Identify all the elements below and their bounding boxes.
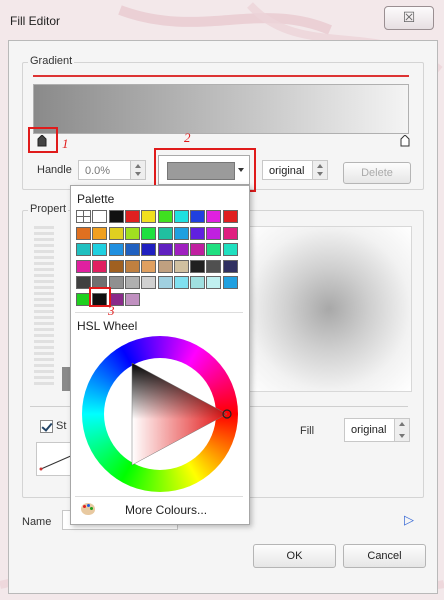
fill-mode-value: original bbox=[351, 424, 387, 436]
properties-gray-block bbox=[62, 367, 70, 391]
blend-mode-spin-arrows-icon[interactable] bbox=[312, 161, 327, 179]
radial-gradient-preview bbox=[246, 226, 412, 392]
more-colours-item[interactable]: More Colours... bbox=[75, 500, 245, 520]
palette-swatch[interactable] bbox=[190, 259, 206, 273]
saturation-value-triangle[interactable] bbox=[82, 336, 238, 492]
color-picker-popup: Palette HSL Wheel More Colours... bbox=[70, 185, 250, 525]
palette-swatch[interactable] bbox=[141, 243, 157, 256]
palette-swatch[interactable] bbox=[124, 226, 140, 240]
palette-swatch[interactable] bbox=[173, 210, 189, 223]
fill-mode-spin-arrows-icon[interactable] bbox=[394, 419, 409, 441]
palette-swatch[interactable] bbox=[222, 226, 238, 240]
palette-swatch[interactable] bbox=[92, 226, 108, 240]
cancel-label: Cancel bbox=[367, 550, 402, 562]
palette-swatch[interactable] bbox=[141, 210, 157, 223]
fill-mode-spinbox[interactable]: original bbox=[344, 418, 410, 442]
no-color-swatch-icon[interactable] bbox=[76, 210, 91, 223]
palette-swatch[interactable] bbox=[222, 210, 238, 223]
paint-palette-icon bbox=[81, 503, 95, 515]
cancel-button[interactable]: Cancel bbox=[343, 544, 426, 568]
delete-handle-label: Delete bbox=[361, 167, 393, 179]
ok-button[interactable]: OK bbox=[253, 544, 336, 568]
palette-swatch[interactable] bbox=[108, 243, 124, 256]
name-label: Name bbox=[22, 516, 52, 528]
palette-swatch[interactable] bbox=[173, 243, 189, 256]
annotation-number-3: 3 bbox=[108, 303, 115, 318]
dropdown-arrow-icon bbox=[238, 168, 244, 172]
palette-swatch[interactable] bbox=[222, 276, 238, 289]
handle-position-value: 0.0% bbox=[85, 165, 111, 177]
palette-swatch[interactable] bbox=[173, 259, 189, 273]
palette-swatch[interactable] bbox=[141, 259, 157, 273]
handle-color-swatch bbox=[167, 162, 235, 180]
gradient-preview-line bbox=[33, 75, 409, 77]
palette-swatch[interactable] bbox=[157, 226, 173, 240]
palette-swatch[interactable] bbox=[190, 276, 206, 289]
hsl-wheel[interactable] bbox=[82, 336, 238, 492]
palette-swatch[interactable] bbox=[124, 276, 140, 289]
palette-swatch[interactable] bbox=[157, 276, 173, 289]
palette-swatch[interactable] bbox=[190, 226, 206, 240]
palette-swatch[interactable] bbox=[222, 259, 238, 273]
more-colours-label: More Colours... bbox=[125, 503, 208, 517]
stroke-label: St bbox=[56, 420, 67, 432]
palette-swatch[interactable] bbox=[190, 210, 206, 223]
ok-label: OK bbox=[286, 550, 303, 562]
palette-swatch[interactable] bbox=[124, 210, 140, 223]
palette-swatch[interactable] bbox=[173, 226, 189, 240]
fill-editor-window: Fill Editor ☒ Gradient 1 2 Handle 0.0% o… bbox=[0, 0, 444, 600]
palette-swatch[interactable] bbox=[157, 259, 173, 273]
handle-label: Handle bbox=[37, 164, 72, 176]
palette-label: Palette bbox=[77, 192, 115, 206]
title-bar: Fill Editor ☒ bbox=[0, 0, 444, 40]
hsl-wheel-label: HSL Wheel bbox=[77, 319, 138, 333]
palette-swatch[interactable] bbox=[76, 259, 91, 273]
palette-swatch[interactable] bbox=[92, 259, 108, 273]
annotation-box-1 bbox=[28, 127, 58, 153]
blend-mode-spinbox[interactable]: original bbox=[262, 160, 328, 180]
palette-swatch[interactable] bbox=[108, 259, 124, 273]
palette-swatch[interactable] bbox=[190, 243, 206, 256]
palette-swatch[interactable] bbox=[157, 243, 173, 256]
delete-handle-button[interactable]: Delete bbox=[343, 162, 411, 184]
play-icon[interactable]: ▷ bbox=[404, 512, 414, 528]
annotation-number-1: 1 bbox=[62, 136, 69, 151]
palette-swatch[interactable] bbox=[76, 226, 91, 240]
palette-swatch[interactable] bbox=[206, 276, 222, 289]
palette-swatch[interactable] bbox=[222, 243, 238, 256]
palette-swatch[interactable] bbox=[141, 226, 157, 240]
stroke-checkbox[interactable] bbox=[40, 420, 53, 433]
palette-swatch[interactable] bbox=[92, 210, 108, 223]
gradient-bar[interactable] bbox=[33, 84, 409, 134]
palette-swatch[interactable] bbox=[124, 259, 140, 273]
palette-swatch[interactable] bbox=[92, 243, 108, 256]
palette-swatch[interactable] bbox=[124, 243, 140, 256]
blend-mode-value: original bbox=[269, 165, 305, 177]
popup-divider bbox=[75, 312, 243, 313]
popup-divider-bottom bbox=[75, 496, 243, 497]
palette-swatch[interactable] bbox=[141, 276, 157, 289]
palette-swatch[interactable] bbox=[206, 210, 222, 223]
palette-swatch[interactable] bbox=[76, 243, 91, 256]
fill-label: Fill bbox=[300, 425, 315, 437]
annotation-number-2: 2 bbox=[184, 130, 191, 145]
palette-swatch[interactable] bbox=[108, 226, 124, 240]
palette-swatch[interactable] bbox=[157, 210, 173, 223]
properties-group-label: Propert bbox=[28, 203, 69, 215]
gradient-handle-right-icon[interactable] bbox=[400, 135, 410, 147]
handle-position-spin-arrows-icon[interactable] bbox=[130, 161, 145, 179]
handle-color-dropdown[interactable] bbox=[158, 155, 250, 185]
palette-swatch[interactable] bbox=[173, 276, 189, 289]
palette-swatch[interactable] bbox=[206, 259, 222, 273]
gradient-group-label: Gradient bbox=[28, 55, 75, 67]
close-icon: ☒ bbox=[402, 9, 416, 25]
properties-left-slider-track[interactable] bbox=[34, 226, 54, 386]
palette-swatch[interactable] bbox=[206, 226, 222, 240]
palette-swatch[interactable] bbox=[124, 292, 140, 306]
close-button[interactable]: ☒ bbox=[384, 6, 434, 30]
handle-position-spinbox[interactable]: 0.0% bbox=[78, 160, 146, 180]
window-title: Fill Editor bbox=[10, 14, 61, 28]
palette-swatch[interactable] bbox=[206, 243, 222, 256]
palette-swatch[interactable] bbox=[108, 210, 124, 223]
